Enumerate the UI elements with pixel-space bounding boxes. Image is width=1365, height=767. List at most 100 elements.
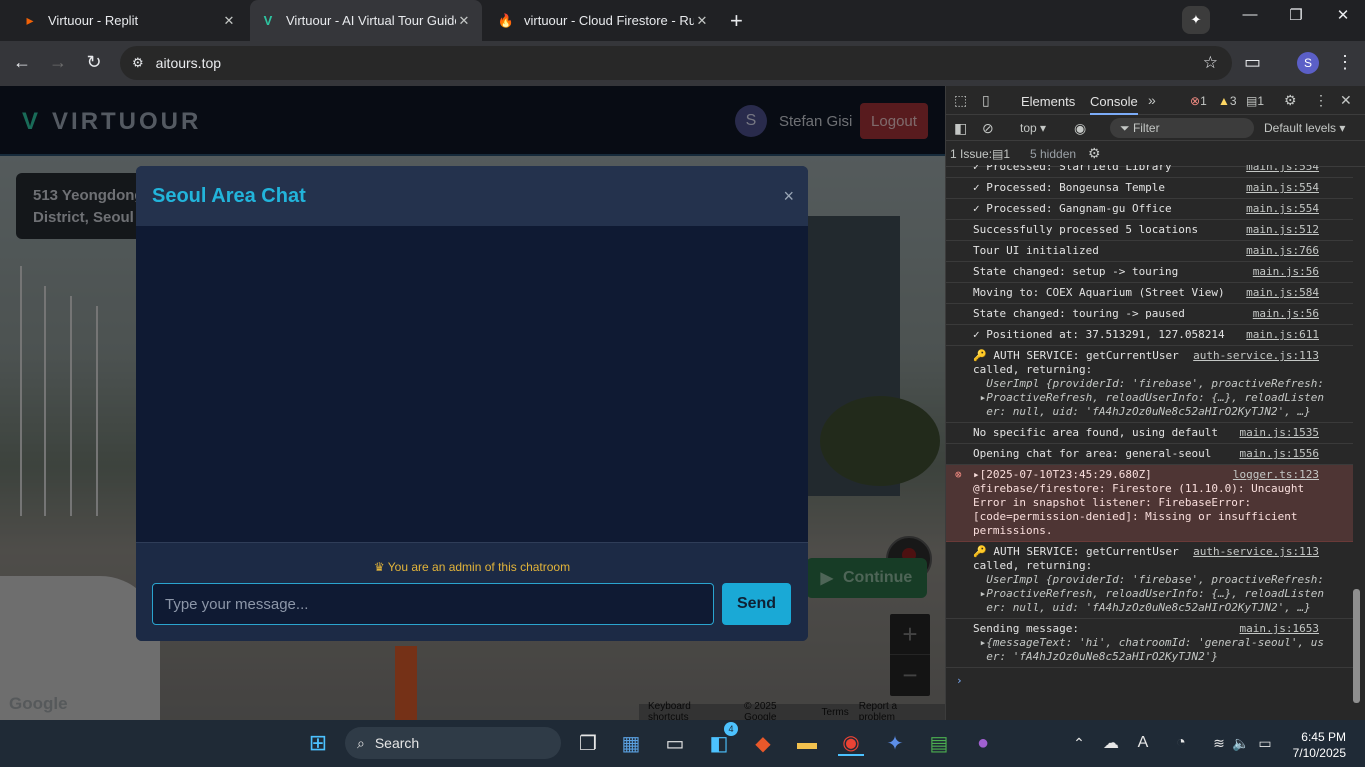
log-object[interactable]: ▸{messageText: 'hi', chatroomId: 'genera… xyxy=(973,636,1350,664)
message-input[interactable]: Type your message... xyxy=(152,583,714,625)
device-toolbar-icon[interactable]: ▯ xyxy=(982,92,990,109)
github-icon[interactable]: ● xyxy=(970,730,996,756)
close-tab-icon[interactable]: ✕ xyxy=(694,13,710,29)
maximize-button[interactable]: ❐ xyxy=(1281,6,1311,24)
log-source-link[interactable]: main.js:1556 xyxy=(1239,447,1319,461)
status-icon[interactable]: ◔ xyxy=(1168,730,1194,756)
sidebar-toggle-icon[interactable]: ◧ xyxy=(954,120,967,137)
log-source-link[interactable]: main.js:766 xyxy=(1246,244,1319,258)
web-page: V VIRTUOUR S Stefan Gisi Logout 513 Yeon… xyxy=(0,86,945,720)
log-source-link[interactable]: main.js:554 xyxy=(1246,165,1319,174)
console-scrollbar[interactable] xyxy=(1353,167,1363,720)
log-source-link[interactable]: main.js:512 xyxy=(1246,223,1319,237)
more-tabs-icon[interactable]: » xyxy=(1148,92,1156,108)
tray-chevron-icon[interactable]: ⌃ xyxy=(1066,730,1092,756)
chrome-icon[interactable]: ◉ xyxy=(838,730,864,756)
console-settings-icon[interactable]: ⚙ xyxy=(1088,145,1101,162)
log-object[interactable]: UserImpl {providerId: 'firebase', proact… xyxy=(973,573,1350,615)
task-view-icon[interactable]: ❐ xyxy=(575,730,601,756)
log-levels-select[interactable]: Default levels ▾ xyxy=(1264,121,1345,135)
chat-messages-area[interactable] xyxy=(136,226,808,542)
log-object[interactable]: UserImpl {providerId: 'firebase', proact… xyxy=(973,377,1350,419)
new-tab-button[interactable]: + xyxy=(730,8,750,34)
log-source-link[interactable]: main.js:584 xyxy=(1246,286,1319,300)
devtools-menu-icon[interactable]: ⋮ xyxy=(1314,92,1328,109)
tab-virtuour[interactable]: V Virtuour - AI Virtual Tour Guide ✕ xyxy=(250,0,482,41)
firebase-icon: 🔥 xyxy=(497,12,515,28)
close-icon[interactable]: × xyxy=(783,186,794,207)
volume-icon[interactable]: 🔈 xyxy=(1228,730,1254,756)
close-window-button[interactable]: ✕ xyxy=(1328,6,1358,24)
cast-icon[interactable]: ▭ xyxy=(1244,52,1261,73)
message-count-badge[interactable]: ▤1 xyxy=(1246,94,1264,108)
scrollbar-thumb[interactable] xyxy=(1353,589,1360,703)
bookmark-star-icon[interactable]: ☆ xyxy=(1203,53,1218,73)
log-source-link[interactable]: main.js:554 xyxy=(1246,181,1319,195)
console-filter-input[interactable]: ⏷ Filter xyxy=(1110,118,1254,138)
tab-elements[interactable]: Elements xyxy=(1021,94,1075,109)
clear-console-icon[interactable]: ⊘ xyxy=(982,120,994,137)
issues-label: 1 Issue: xyxy=(950,147,993,161)
context-select[interactable]: top ▾ xyxy=(1020,121,1046,135)
gemini-icon[interactable]: ✦ xyxy=(1182,6,1210,34)
inspect-element-icon[interactable]: ⬚ xyxy=(954,92,967,109)
reload-button[interactable]: ↻ xyxy=(82,52,106,73)
close-tab-icon[interactable]: ✕ xyxy=(456,13,472,29)
error-count-badge[interactable]: ⊗1 xyxy=(1190,94,1207,108)
message-icon: ▤ xyxy=(1246,94,1258,108)
console-log-row: 🔑 AUTH SERVICE: getCurrentUser called, r… xyxy=(946,542,1354,619)
tab-replit[interactable]: ▸ Virtuour - Replit ✕ xyxy=(12,4,247,37)
battery-icon[interactable]: ▭ xyxy=(1252,730,1278,756)
console-log-list[interactable]: ✓ Processed: Starfield Library main.js:55… xyxy=(946,165,1354,718)
message-count: 1 xyxy=(1257,94,1265,108)
forward-button[interactable]: → xyxy=(46,52,70,73)
chat-footer: ♛ You are an admin of this chatroom Type… xyxy=(136,542,808,641)
app-icon[interactable]: ◆ xyxy=(750,730,776,756)
send-button[interactable]: Send xyxy=(722,583,791,625)
console-prompt[interactable]: › xyxy=(946,668,1354,687)
log-source-link[interactable]: main.js:611 xyxy=(1246,328,1319,342)
store-icon[interactable]: ◧ 4 xyxy=(706,722,738,756)
file-explorer-icon[interactable]: ▬ xyxy=(794,730,820,756)
log-source-link[interactable]: main.js:1535 xyxy=(1239,426,1319,440)
log-source-link[interactable]: main.js:1653 xyxy=(1239,622,1319,636)
menu-kebab-icon[interactable]: ⋮ xyxy=(1336,52,1354,73)
log-text: Sending message: xyxy=(973,622,1079,635)
log-source-link[interactable]: main.js:56 xyxy=(1252,265,1319,279)
gemini-taskbar-icon[interactable]: ✦ xyxy=(882,730,908,756)
terminal-icon[interactable]: ▭ xyxy=(662,730,688,756)
font-icon[interactable]: A xyxy=(1130,730,1156,756)
settings-gear-icon[interactable]: ⚙ xyxy=(1284,92,1297,109)
site-info-icon[interactable]: ⚙ xyxy=(132,55,144,71)
admin-notice-text: You are an admin of this chatroom xyxy=(387,560,571,574)
address-bar[interactable]: ⚙ aitours.top ☆ xyxy=(120,46,1232,80)
warning-count-badge[interactable]: ▲3 xyxy=(1218,94,1237,108)
virtuour-icon: V xyxy=(263,13,273,28)
tab-console[interactable]: Console xyxy=(1090,94,1138,115)
search-icon: ⌕ xyxy=(357,734,365,751)
log-source-link[interactable]: main.js:554 xyxy=(1246,202,1319,216)
taskbar-search[interactable]: ⌕ Search xyxy=(345,727,561,759)
windows-start-icon[interactable]: ⊞ xyxy=(305,730,331,756)
profile-avatar[interactable]: S xyxy=(1297,52,1319,74)
tab-title: Virtuour - AI Virtual Tour Guide xyxy=(286,13,456,28)
log-source-link[interactable]: main.js:56 xyxy=(1252,307,1319,321)
tab-firestore[interactable]: 🔥 virtuour - Cloud Firestore - Rule ✕ xyxy=(488,4,720,37)
spreadsheet-icon[interactable]: ▤ xyxy=(926,730,952,756)
console-toolbar: ◧ ⊘ top ▾ ◉ ⏷ Filter Default levels ▾ xyxy=(946,115,1365,141)
close-tab-icon[interactable]: ✕ xyxy=(221,13,237,29)
tab-title: Virtuour - Replit xyxy=(48,13,139,28)
back-button[interactable]: ← xyxy=(10,52,34,73)
live-expression-eye-icon[interactable]: ◉ xyxy=(1074,120,1086,137)
console-log-row: ✓ Positioned at: 37.513291, 127.058214 ma… xyxy=(946,325,1354,346)
minimize-button[interactable]: — xyxy=(1235,6,1265,23)
cloud-icon[interactable]: ☁ xyxy=(1098,730,1124,756)
log-source-link[interactable]: logger.ts:123 xyxy=(1232,468,1319,482)
console-log-row: ✓ Processed: Gangnam-gu Office main.js:55… xyxy=(946,199,1354,220)
close-devtools-icon[interactable]: ✕ xyxy=(1340,92,1352,109)
log-source-link[interactable]: auth-service.js:113 xyxy=(1193,545,1319,559)
system-clock[interactable]: 6:45 PM 7/10/2025 xyxy=(1290,729,1346,761)
widgets-icon[interactable]: ▦ xyxy=(618,730,644,756)
issues-count-badge[interactable]: ▤1 xyxy=(992,147,1010,161)
log-source-link[interactable]: auth-service.js:113 xyxy=(1193,349,1319,363)
